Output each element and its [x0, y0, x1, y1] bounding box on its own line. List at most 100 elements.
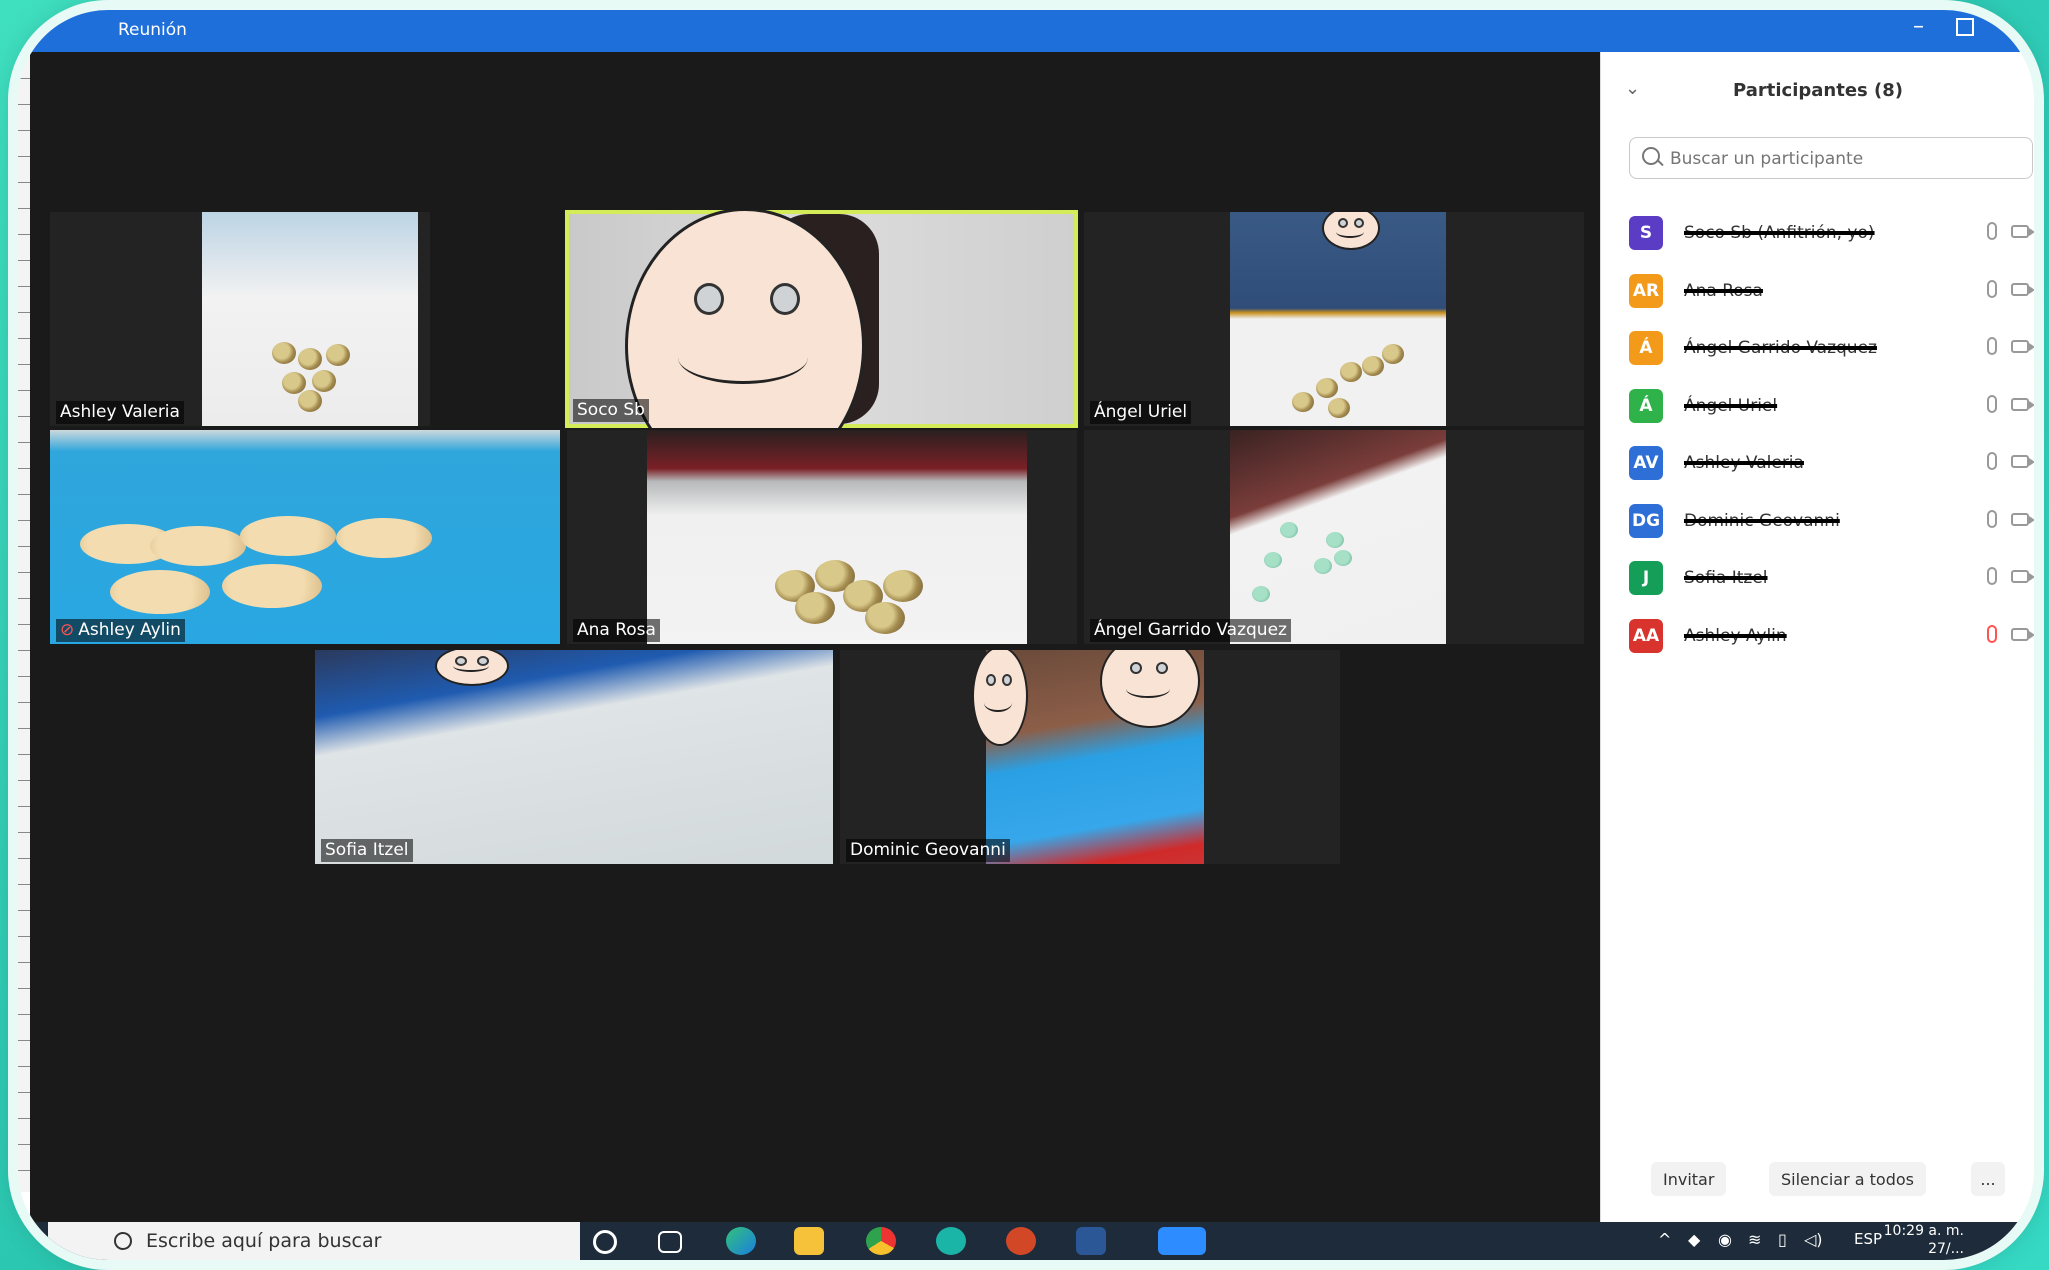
coin [298, 348, 322, 370]
coin [326, 344, 350, 366]
participant-row[interactable]: J Sofia Itzel [1629, 555, 2034, 605]
language-indicator[interactable]: ESP [1854, 1230, 1882, 1248]
coin [1252, 586, 1270, 602]
tray-app-icon[interactable]: ◉ [1718, 1230, 1732, 1249]
participant-name-label: Dominic Geovanni [846, 839, 1010, 862]
video-feed [1230, 212, 1446, 426]
coin [1280, 522, 1298, 538]
video-feed [569, 210, 1074, 428]
video-feed [647, 430, 1027, 644]
participant-name: Ángel Garrido Vazquez [1684, 338, 1877, 358]
coin [272, 342, 296, 364]
mute-all-button[interactable]: Silenciar a todos [1769, 1162, 1926, 1196]
app-icon[interactable] [936, 1227, 966, 1255]
participant-row[interactable]: Á Ángel Uriel [1629, 383, 2034, 433]
video-tile[interactable]: Sofia Itzel [315, 650, 833, 864]
mic-icon[interactable] [1987, 222, 1997, 240]
window-title: Reunión [118, 20, 187, 40]
network-icon[interactable]: ◆ [1688, 1230, 1700, 1249]
word-icon[interactable] [1076, 1227, 1106, 1255]
video-feed [315, 650, 833, 864]
muted-mic-icon[interactable] [1987, 624, 1997, 643]
coin [240, 516, 336, 556]
video-tile[interactable]: Ángel Garrido Vazquez [1084, 430, 1584, 644]
mic-icon[interactable] [1987, 337, 1997, 355]
mic-icon[interactable] [1987, 567, 1997, 585]
maximize-button[interactable] [1956, 18, 1974, 36]
coin [1340, 362, 1362, 382]
participant-name-label: Sofia Itzel [321, 839, 413, 862]
participant-row[interactable]: AA Ashley Aylin [1629, 613, 2034, 663]
participant-name-label: Ángel Garrido Vazquez [1090, 619, 1291, 642]
coin [110, 570, 210, 614]
chrome-browser-icon[interactable] [866, 1227, 896, 1255]
minimize-button[interactable]: – [1913, 14, 1924, 39]
coin [150, 526, 246, 566]
coin [282, 372, 306, 394]
video-feed [50, 430, 560, 644]
camera-icon[interactable] [2011, 282, 2034, 296]
participant-row[interactable]: DG Dominic Geovanni [1629, 498, 2034, 548]
video-feed [202, 212, 418, 426]
participant-name: Ana Rosa [1684, 280, 1763, 301]
participant-name: Ashley Aylin [1684, 625, 1787, 646]
invite-button[interactable]: Invitar [1651, 1162, 1727, 1196]
file-explorer-icon[interactable] [794, 1227, 824, 1255]
participant-avatar: Á [1629, 331, 1663, 365]
coin [298, 390, 322, 412]
camera-icon[interactable] [2011, 512, 2034, 526]
participant-row[interactable]: Á Ángel Garrido Vazquez [1629, 325, 2034, 375]
camera-icon[interactable] [2011, 225, 2034, 238]
windows-taskbar: Escribe aquí para buscar ^ ◆ ◉ ≋ ▯ ◁) ES… [18, 1222, 2034, 1260]
camera-icon[interactable] [2011, 627, 2034, 641]
powerpoint-icon[interactable] [1006, 1227, 1036, 1255]
camera-icon[interactable] [2011, 340, 2034, 353]
video-tile[interactable]: Ashley Valeria [50, 212, 430, 426]
taskbar-clock[interactable]: 10:29 a. m. 27/... [1884, 1222, 1964, 1258]
mic-icon[interactable] [1987, 509, 1997, 528]
participant-row[interactable]: AR Ana Rosa [1629, 268, 2034, 318]
video-tile-active-speaker[interactable]: Soco Sb [565, 210, 1078, 428]
zoom-window: Reunión – Ashley Valeria Soco Sb Ángel U… [18, 10, 2034, 1260]
video-gallery: Ashley Valeria Soco Sb Ángel Uriel ⊘ Ash… [30, 52, 1600, 1222]
camera-icon[interactable] [2011, 570, 2034, 583]
wifi-icon[interactable]: ≋ [1748, 1230, 1761, 1249]
mic-icon[interactable] [1987, 279, 1997, 298]
participant-name-label: Ana Rosa [573, 619, 660, 642]
title-bar: Reunión – [18, 10, 2034, 52]
battery-icon[interactable]: ▯ [1778, 1230, 1787, 1249]
participant-row[interactable]: AV Ashley Valeria [1629, 440, 2034, 490]
participant-name: Sofia Itzel [1684, 568, 1768, 588]
video-tile[interactable]: Ana Rosa [567, 430, 1077, 644]
face-cover-emoji [1322, 212, 1380, 250]
participant-name: Ashley Valeria [1684, 453, 1804, 473]
coin [1382, 344, 1404, 364]
mic-icon[interactable] [1987, 394, 1997, 413]
volume-icon[interactable]: ◁) [1804, 1230, 1823, 1249]
video-tile[interactable]: ⊘ Ashley Aylin [50, 430, 560, 644]
coin [1328, 398, 1350, 418]
camera-icon[interactable] [2011, 455, 2034, 468]
participant-search-input[interactable] [1668, 144, 2022, 174]
participant-search[interactable] [1629, 137, 2033, 179]
tray-chevron-icon[interactable]: ^ [1658, 1230, 1671, 1249]
coin [883, 570, 923, 602]
participants-panel: ⌄ Participantes (8) SSoco Sb (Anfitrión,… [1600, 52, 2034, 1222]
cortana-icon[interactable] [593, 1230, 617, 1254]
camera-icon[interactable] [2011, 397, 2034, 411]
coin [336, 518, 432, 558]
video-tile[interactable]: Dominic Geovanni [840, 650, 1340, 864]
participant-name: Soco Sb (Anfitrión, yo) [1684, 223, 1875, 243]
taskbar-search-box[interactable]: Escribe aquí para buscar [48, 1222, 580, 1260]
zoom-app-icon[interactable] [1158, 1227, 1206, 1255]
more-options-button[interactable]: ... [1971, 1162, 2005, 1196]
participant-row[interactable]: S Soco Sb (Anfitrión, yo) [1629, 210, 2034, 260]
participant-avatar: S [1629, 216, 1663, 250]
search-icon [114, 1232, 132, 1250]
mic-icon[interactable] [1987, 452, 1997, 470]
participant-avatar: AA [1629, 618, 1663, 653]
coin [1326, 532, 1344, 548]
video-tile[interactable]: Ángel Uriel [1084, 212, 1584, 426]
task-view-icon[interactable] [658, 1231, 682, 1253]
edge-browser-icon[interactable] [726, 1227, 756, 1255]
